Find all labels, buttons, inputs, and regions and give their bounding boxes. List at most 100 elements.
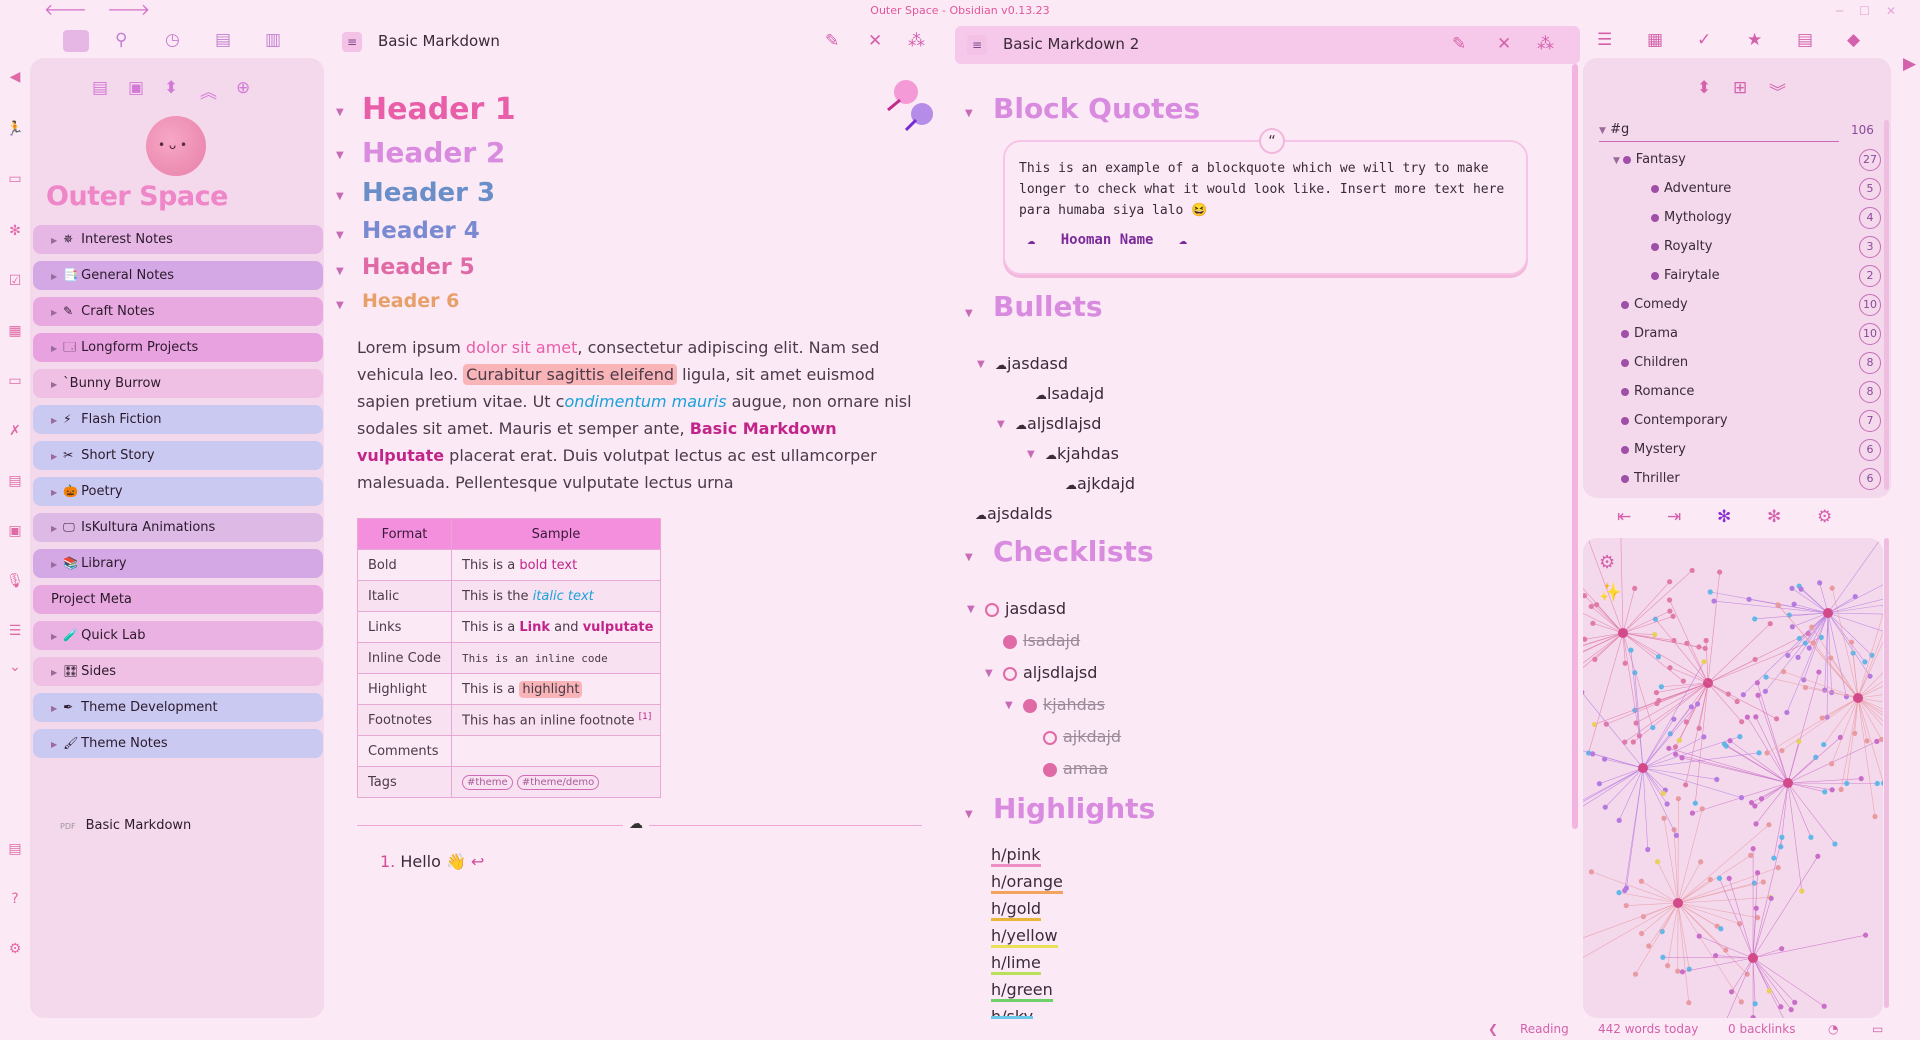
graph-node[interactable]: [1880, 780, 1883, 786]
graph-node[interactable]: [1667, 608, 1673, 614]
graph-node[interactable]: [1622, 660, 1628, 666]
reveal-file-icon[interactable]: ⊕: [236, 78, 250, 98]
checkbox[interactable]: [1043, 762, 1057, 777]
fold-arrow-icon[interactable]: ▼: [965, 552, 973, 563]
runner-icon[interactable]: 🏃: [6, 120, 24, 138]
folder-arrow-icon[interactable]: ▶: [51, 740, 57, 749]
tag-chip[interactable]: #theme/demo: [516, 775, 600, 790]
fold-arrow-icon[interactable]: ▼: [977, 359, 985, 370]
graph-node[interactable]: [1696, 725, 1702, 731]
graph-node[interactable]: [1773, 716, 1780, 722]
graph-node[interactable]: [1699, 806, 1705, 812]
graph-view[interactable]: ⚙ ✨: [1583, 538, 1883, 1018]
close-icon[interactable]: ✕: [1497, 34, 1511, 54]
local-graph-icon[interactable]: ✻: [1717, 507, 1731, 527]
maximize-icon[interactable]: ☐: [1859, 4, 1886, 18]
graph-node[interactable]: [1862, 659, 1868, 665]
folder-item[interactable]: ▶ 📚 Library: [33, 549, 323, 578]
close-icon[interactable]: ✕: [868, 31, 882, 51]
graph-hub-node[interactable]: [1703, 678, 1713, 688]
folder-item[interactable]: ▶ 🖌 Theme Notes: [33, 729, 323, 758]
back-arrow-icon[interactable]: 🡐: [44, 0, 87, 19]
graph-node[interactable]: [1864, 738, 1870, 744]
graph-node[interactable]: [1771, 855, 1777, 861]
graph-node[interactable]: [1729, 989, 1735, 995]
check-icon[interactable]: ☑: [6, 272, 24, 290]
graph-node[interactable]: [1688, 704, 1694, 710]
graph-node[interactable]: [1775, 865, 1781, 871]
tools-icon[interactable]: ✗: [6, 422, 24, 440]
graph-node[interactable]: [1776, 602, 1782, 609]
graph-node[interactable]: [1878, 736, 1883, 743]
graph-node[interactable]: [1785, 652, 1791, 659]
graph-node[interactable]: [1675, 968, 1681, 974]
new-note-icon[interactable]: ▤: [92, 78, 108, 98]
fold-arrow-icon[interactable]: ▼: [1027, 449, 1035, 460]
status-mode[interactable]: Reading: [1520, 1022, 1569, 1036]
graph-node[interactable]: [1616, 817, 1622, 823]
sample-emph[interactable]: Link: [519, 620, 550, 635]
graph-node[interactable]: [1744, 714, 1750, 720]
graph-node[interactable]: [1672, 744, 1679, 750]
graph-node[interactable]: [1739, 719, 1745, 725]
graph-node[interactable]: [1696, 933, 1702, 939]
folder-arrow-icon[interactable]: ▶: [51, 452, 57, 461]
graph-node[interactable]: [1852, 593, 1858, 600]
graph-node[interactable]: [1752, 616, 1758, 622]
graph-node[interactable]: [1592, 656, 1598, 662]
sort-icon[interactable]: ⬍: [164, 78, 178, 98]
folder-arrow-icon[interactable]: ▶: [51, 524, 57, 533]
graph-node[interactable]: [1753, 714, 1759, 720]
graph-node[interactable]: [1689, 567, 1695, 574]
graph-node[interactable]: [1583, 689, 1585, 695]
settings-icon[interactable]: ⚙: [6, 940, 24, 958]
folder-arrow-icon[interactable]: ▶: [51, 236, 57, 245]
tag-root[interactable]: ▼ #g: [1599, 118, 1839, 142]
graph-node[interactable]: [1788, 1007, 1794, 1013]
graph-node[interactable]: [1689, 810, 1696, 816]
graph-node[interactable]: [1798, 586, 1804, 592]
graph-node[interactable]: [1590, 620, 1596, 626]
graph-node[interactable]: [1652, 616, 1659, 622]
graph-icon[interactable]: ✻: [6, 222, 24, 240]
scrollbar[interactable]: [1572, 64, 1578, 829]
graph-node[interactable]: [1658, 684, 1665, 690]
checkbox[interactable]: [985, 602, 999, 617]
folder-item[interactable]: ▶ ⚡ Flash Fiction: [33, 405, 323, 434]
graph-node[interactable]: [1806, 645, 1812, 651]
scrollbar[interactable]: [1884, 538, 1889, 1008]
graph-node[interactable]: [1671, 827, 1677, 833]
graph-node[interactable]: [1760, 879, 1766, 885]
folder-arrow-icon[interactable]: ▶: [51, 668, 57, 677]
graph-node[interactable]: [1655, 654, 1662, 660]
outgoing-links-icon[interactable]: ⇥: [1667, 507, 1681, 527]
more-options-icon[interactable]: ⁂: [908, 31, 925, 51]
global-graph-icon[interactable]: ✻: [1767, 507, 1781, 527]
editor-pane-1[interactable]: ▼ Header 1 ▼ Header 2 ▼ Header 3 ▼ Header 4 ▼ Hea…: [330, 58, 952, 1018]
fold-arrow-icon[interactable]: ▼: [965, 308, 973, 319]
fold-arrow-icon[interactable]: ▼: [336, 266, 344, 277]
graph-node[interactable]: [1872, 813, 1878, 820]
graph-node[interactable]: [1667, 579, 1673, 585]
tag-item[interactable]: Fairytale: [1651, 264, 1720, 288]
graph-node[interactable]: [1707, 589, 1713, 595]
sync-icon[interactable]: ◔: [1828, 1022, 1838, 1036]
graph-node[interactable]: [1810, 640, 1817, 646]
folder-arrow-icon[interactable]: ▶: [51, 704, 57, 713]
graph-node[interactable]: [1602, 804, 1608, 810]
graph-node[interactable]: [1686, 1000, 1692, 1006]
graph-node[interactable]: [1809, 624, 1815, 630]
graph-node[interactable]: [1622, 887, 1628, 894]
fold-arrow-icon[interactable]: ▼: [336, 150, 344, 161]
tag-tab-icon[interactable]: ◆: [1847, 30, 1860, 50]
file-explorer-tab-icon[interactable]: [63, 30, 89, 52]
graph-node[interactable]: [1738, 999, 1744, 1005]
graph-node[interactable]: [1815, 853, 1821, 859]
graph-hub-node[interactable]: [1638, 763, 1648, 773]
graph-node[interactable]: [1703, 637, 1709, 644]
pane2-tab[interactable]: ≡ Basic Markdown 2 ✎ ✕ ⁂: [955, 26, 1580, 64]
graph-node[interactable]: [1698, 859, 1704, 865]
graph-node[interactable]: [1716, 875, 1723, 881]
graph-node[interactable]: [1701, 734, 1707, 740]
star-tab-icon[interactable]: ★: [1747, 30, 1762, 50]
